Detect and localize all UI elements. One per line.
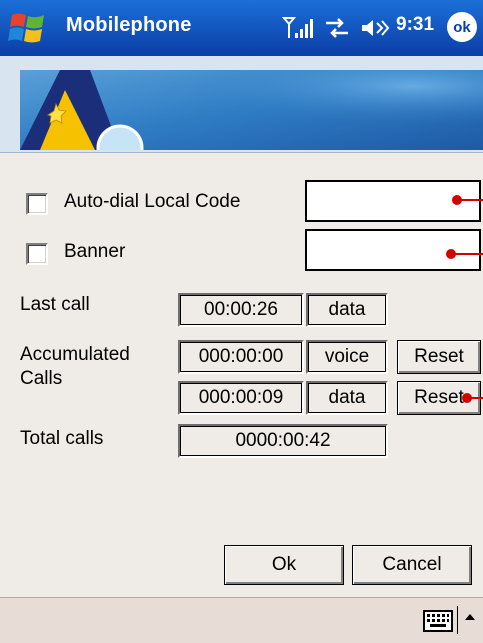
annotation-line (454, 253, 483, 255)
input-menu-arrow-icon[interactable] (462, 608, 478, 628)
windows-start-icon[interactable] (8, 9, 48, 47)
accumulated-label: Accumulated (20, 344, 130, 365)
data-sync-icon[interactable] (322, 16, 352, 40)
annotation-line (470, 397, 483, 399)
banner-checkbox[interactable] (26, 243, 48, 265)
last-call-type: data (306, 293, 388, 327)
header-banner (0, 56, 483, 152)
accumulated-label-2: Calls (20, 368, 63, 389)
reset-voice-button[interactable]: Reset (397, 340, 481, 374)
acc-voice-type: voice (306, 340, 388, 374)
banner-label: Banner (64, 241, 126, 262)
acc-voice-time: 000:00:00 (178, 340, 304, 374)
ok-button[interactable]: Ok (224, 545, 344, 585)
banner-graphic (20, 70, 483, 150)
keyboard-icon[interactable] (423, 610, 453, 632)
total-calls-label: Total calls (20, 428, 104, 449)
separator (457, 606, 458, 634)
volume-icon[interactable] (360, 16, 392, 40)
cancel-button[interactable]: Cancel (352, 545, 472, 585)
signal-strength-icon[interactable] (282, 14, 314, 42)
acc-data-type: data (306, 381, 388, 415)
last-call-time: 00:00:26 (178, 293, 304, 327)
app-title: Mobilephone (66, 14, 192, 36)
annotation-line (460, 199, 483, 201)
title-bar: Mobilephone 9:31 ok (0, 0, 483, 56)
title-ok-button[interactable]: ok (447, 12, 477, 42)
menu-bar (0, 597, 483, 643)
total-calls-time: 0000:00:42 (178, 424, 388, 458)
acc-data-time: 000:00:09 (178, 381, 304, 415)
divider (0, 152, 483, 153)
last-call-label: Last call (20, 294, 90, 315)
autodial-checkbox[interactable] (26, 193, 48, 215)
clock[interactable]: 9:31 (396, 14, 434, 36)
autodial-label: Auto-dial Local Code (64, 191, 241, 212)
